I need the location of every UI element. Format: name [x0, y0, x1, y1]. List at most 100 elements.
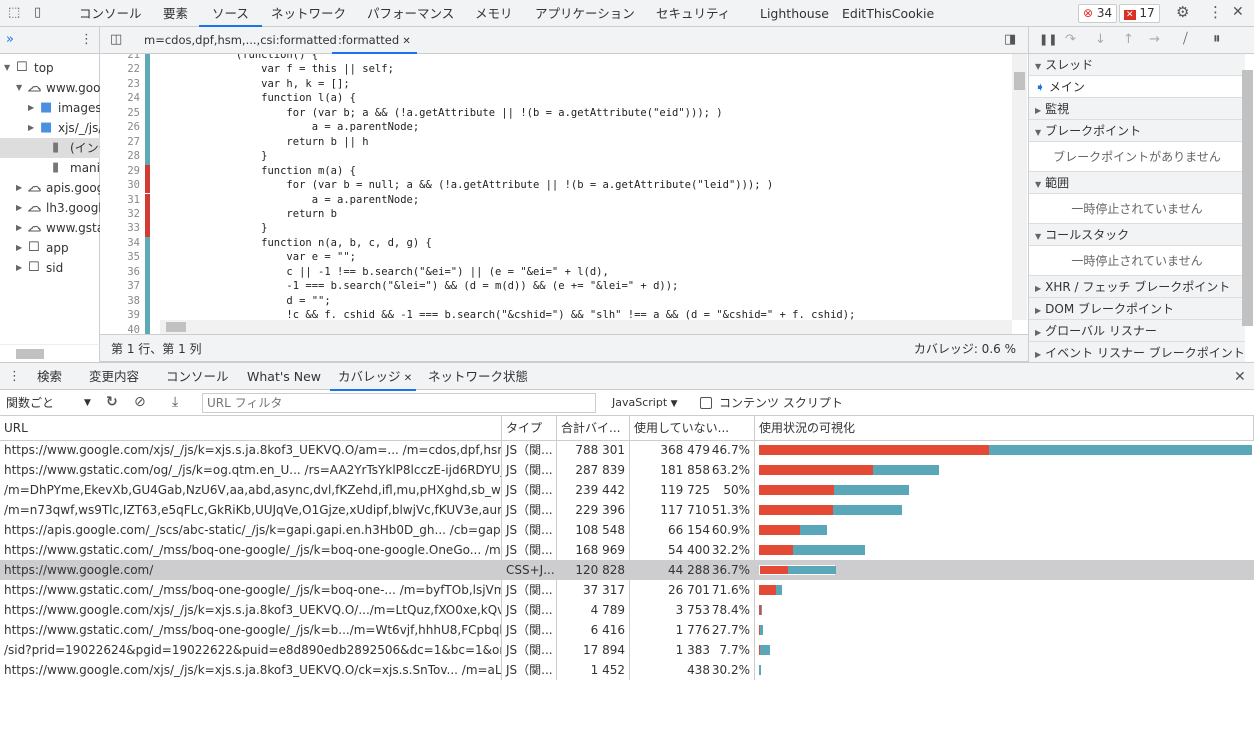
tree-item[interactable]: ▮ manifest	[0, 158, 100, 178]
line-number[interactable]: 23	[100, 78, 140, 90]
code-line[interactable]: var e = "";	[160, 251, 356, 263]
line-number[interactable]: 35	[100, 251, 140, 263]
section-header[interactable]: ▼ スレッド	[1029, 54, 1245, 76]
section-header[interactable]: ▼ コールスタック	[1029, 224, 1245, 246]
line-number[interactable]: 34	[100, 237, 140, 249]
collapsed-arrow-icon[interactable]: ▶	[16, 218, 22, 238]
reload-icon[interactable]: ↻	[106, 395, 118, 409]
error-counter[interactable]: ⊗ 34	[1078, 4, 1118, 23]
close-tab-icon[interactable]: ✕	[399, 36, 410, 47]
code-line[interactable]: var h, k = [];	[160, 78, 350, 90]
code-line[interactable]: a = a.parentNode;	[160, 194, 419, 206]
collapsed-arrow-icon[interactable]: ▶	[16, 258, 22, 278]
line-number[interactable]: 37	[100, 280, 140, 292]
editor-hscrollbar[interactable]	[160, 320, 1012, 334]
collapsed-arrow-icon[interactable]: ▶	[16, 198, 22, 218]
close-drawer-icon[interactable]: ✕	[1234, 370, 1246, 384]
tree-item[interactable]: ▶ ■ xjs/_/js/	[0, 118, 100, 138]
close-tab-icon[interactable]: ✕	[401, 373, 412, 384]
drawer-tab-0[interactable]: 検索	[37, 363, 62, 391]
debugger-scrollbar[interactable]	[1242, 70, 1253, 326]
column-header[interactable]: 使用していない...	[630, 416, 755, 440]
column-header[interactable]: タイプ	[502, 416, 557, 440]
clear-icon[interactable]: ⊘	[134, 395, 146, 409]
line-number[interactable]: 33	[100, 222, 140, 234]
navigator-hscrollbar[interactable]	[0, 344, 100, 362]
code-line[interactable]: c || -1 !== b.search("&ei=") || (e = "&e…	[160, 266, 608, 278]
collapsed-arrow-icon[interactable]: ▶	[16, 238, 22, 258]
coverage-row[interactable]: https://apis.google.com/_/scs/abc-static…	[0, 520, 1254, 540]
section-header[interactable]: ▶ DOM ブレークポイント	[1029, 298, 1245, 320]
section-header[interactable]: ▼ ブレークポイント	[1029, 120, 1245, 142]
tab-3[interactable]: ネットワーク	[271, 0, 346, 27]
content-scripts-checkbox[interactable]	[700, 397, 712, 409]
code-line[interactable]: function m(a) {	[160, 165, 356, 177]
line-number[interactable]: 30	[100, 179, 140, 191]
step-over-icon[interactable]: ↷	[1065, 33, 1076, 46]
drawer-tab-3[interactable]: What's New	[247, 363, 321, 391]
export-icon[interactable]: ⤓	[172, 395, 178, 409]
more-icon[interactable]: ⋮	[1208, 5, 1223, 20]
inspect-icon[interactable]: ⬚	[8, 6, 20, 19]
tab-7[interactable]: セキュリティ	[656, 0, 730, 27]
tree-item[interactable]: ▶ ☁ www.gstatic.com	[0, 218, 100, 238]
code-line[interactable]: function n(a, b, c, d, g) {	[160, 237, 432, 249]
line-number[interactable]: 29	[100, 165, 140, 177]
step-icon[interactable]: →	[1149, 33, 1160, 46]
collapsed-arrow-icon[interactable]: ▶	[16, 178, 22, 198]
coverage-row[interactable]: /sid?prid=19022624&pgid=19022622&puid=e8…	[0, 640, 1254, 660]
coverage-row[interactable]: https://www.google.com/xjs/_/js/k=xjs.s.…	[0, 600, 1254, 620]
section-header[interactable]: ▼ 範囲	[1029, 172, 1245, 194]
section-header[interactable]: ▶ グローバル リスナー	[1029, 320, 1245, 342]
device-icon[interactable]: ▯	[34, 6, 41, 19]
tree-item[interactable]: ▶ ☁ apis.google.com	[0, 178, 100, 198]
line-number[interactable]: 39	[100, 309, 140, 321]
code-line[interactable]: (function() {	[160, 54, 318, 61]
step-out-icon[interactable]: ↑	[1123, 33, 1134, 46]
line-number[interactable]: 32	[100, 208, 140, 220]
code-line[interactable]: return b || h	[160, 136, 368, 148]
coverage-row[interactable]: /m=DhPYme,EkevXb,GU4Gab,NzU6V,aa,abd,asy…	[0, 480, 1254, 500]
tree-item[interactable]: ▼ ☁ www.google.com	[0, 78, 100, 98]
granularity-select[interactable]: 関数ごと ▼	[6, 390, 91, 416]
editor-vscrollbar[interactable]	[1012, 54, 1027, 320]
tree-item[interactable]: ▮ (インデックス)	[0, 138, 100, 158]
coverage-row[interactable]: https://www.google.com/xjs/_/js/k=xjs.s.…	[0, 440, 1254, 460]
step-into-icon[interactable]: ↓	[1095, 33, 1106, 46]
code-line[interactable]: var f = this || self;	[160, 63, 394, 75]
tree-item[interactable]: ▼ ☐ top	[0, 58, 100, 78]
line-number[interactable]: 21	[100, 54, 140, 61]
gear-icon[interactable]: ⚙	[1176, 5, 1189, 20]
line-number[interactable]: 38	[100, 295, 140, 307]
line-number[interactable]: 40	[100, 324, 140, 334]
section-header[interactable]: ▶ 監視	[1029, 98, 1245, 120]
coverage-row[interactable]: https://www.gstatic.com/_/mss/boq-one-go…	[0, 580, 1254, 600]
code-line[interactable]: for (var b = null; a && (!a.getAttribute…	[160, 179, 773, 191]
code-line[interactable]: return b	[160, 208, 337, 220]
drawer-tab-5[interactable]: ネットワーク状態	[428, 363, 528, 391]
drawer-tab-4[interactable]: カバレッジ ✕	[330, 363, 417, 391]
tab-1[interactable]: 要素	[163, 0, 188, 27]
code-line[interactable]: }	[160, 222, 267, 234]
collapsed-arrow-icon[interactable]: ▶	[28, 118, 34, 138]
tab-5[interactable]: メモリ	[475, 0, 513, 27]
coverage-row[interactable]: https://www.google.com/xjs/_/js/k=xjs.s.…	[0, 660, 1254, 680]
code-line[interactable]: for (var b; a && (!a.getAttribute || !(b…	[160, 107, 722, 119]
more-icon[interactable]: ⋮	[80, 33, 93, 46]
pause-icon[interactable]: ❚❚	[1039, 34, 1057, 45]
tab-6[interactable]: アプリケーション	[535, 0, 635, 27]
more-icon[interactable]: ⋮	[8, 370, 21, 383]
line-number[interactable]: 26	[100, 121, 140, 133]
section-header[interactable]: ▶ イベント リスナー ブレークポイント	[1029, 342, 1245, 364]
section-header[interactable]: ▶ XHR / フェッチ ブレークポイント	[1029, 276, 1245, 298]
column-header[interactable]: 合計バイ...	[557, 416, 630, 440]
close-icon[interactable]: ✕	[1232, 5, 1244, 19]
deactivate-breakpoints-icon[interactable]: ⧸	[1183, 32, 1188, 46]
thread-main[interactable]: ➧ メイン	[1029, 76, 1243, 98]
tab-0[interactable]: コンソール	[79, 0, 142, 27]
coverage-row[interactable]: https://www.gstatic.com/og/_/js/k=og.qtm…	[0, 460, 1254, 480]
tree-item[interactable]: ▶ ☐ sid	[0, 258, 100, 278]
expanded-arrow-icon[interactable]: ▼	[4, 58, 10, 78]
expanded-arrow-icon[interactable]: ▼	[16, 78, 22, 98]
tree-item[interactable]: ▶ ☐ app	[0, 238, 100, 258]
